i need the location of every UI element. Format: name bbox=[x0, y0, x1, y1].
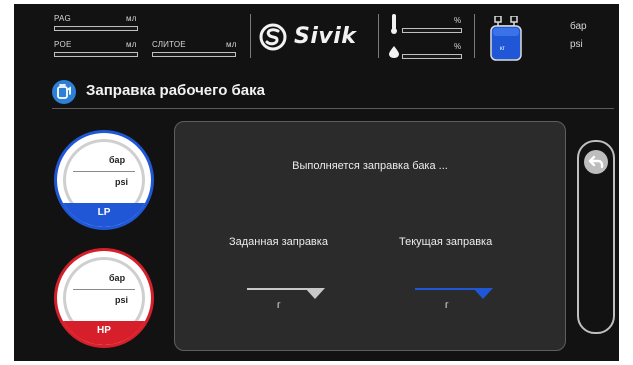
lp-band: LP bbox=[57, 203, 151, 227]
lp-pressure-gauge[interactable]: бар psi LP bbox=[54, 130, 154, 230]
lp-unit-psi: psi bbox=[115, 177, 129, 187]
tank-icon bbox=[490, 16, 522, 61]
header-bar: PAG мл POE мл СЛИТОЕ мл Sivik % % кг бар… bbox=[14, 4, 619, 67]
pag-label: PAG bbox=[54, 14, 71, 23]
humidity-unit: % bbox=[454, 42, 462, 51]
set-charge-label: Заданная заправка bbox=[229, 236, 328, 248]
pag-level-bar bbox=[54, 26, 138, 31]
poe-level-bar bbox=[54, 52, 138, 57]
header-unit-psi: psi bbox=[570, 39, 583, 50]
app-screen: PAG мл POE мл СЛИТОЕ мл Sivik % % кг бар… bbox=[14, 4, 619, 361]
header-divider bbox=[378, 14, 379, 58]
header-divider bbox=[474, 14, 475, 58]
sivik-logo-icon bbox=[259, 23, 287, 51]
set-charge-unit: г bbox=[277, 300, 281, 311]
drain-level-bar bbox=[152, 52, 236, 57]
tank-indicator: кг bbox=[488, 16, 524, 62]
header-divider bbox=[250, 14, 251, 58]
temperature-unit: % bbox=[454, 16, 462, 25]
logo-text: Sivik bbox=[294, 24, 357, 49]
poe-label: POE bbox=[54, 40, 72, 49]
drain-unit: мл bbox=[226, 40, 237, 49]
refill-panel: Выполняется заправка бака ... Заданная з… bbox=[174, 121, 566, 351]
sivik-logo: Sivik bbox=[258, 22, 372, 52]
hp-unit-bar: бар bbox=[109, 273, 126, 283]
back-button[interactable] bbox=[584, 150, 608, 174]
hp-unit-psi: psi bbox=[115, 295, 129, 305]
header-unit-bar: бар bbox=[570, 21, 587, 32]
poe-unit: мл bbox=[126, 40, 137, 49]
pag-unit: мл bbox=[126, 14, 137, 23]
current-charge-unit: г bbox=[445, 300, 449, 311]
title-divider bbox=[52, 108, 614, 109]
hp-pressure-gauge[interactable]: бар psi HP bbox=[54, 248, 154, 348]
page-title: Заправка рабочего бака bbox=[86, 82, 265, 99]
humidity-bar bbox=[402, 54, 462, 59]
section-title-row: Заправка рабочего бака bbox=[52, 78, 592, 104]
set-charge-field[interactable]: г bbox=[247, 284, 329, 318]
refill-tank-icon bbox=[52, 80, 76, 104]
gauge-divider bbox=[73, 289, 135, 290]
gauge-divider bbox=[73, 171, 135, 172]
current-charge-field: г bbox=[415, 284, 497, 318]
back-arrow-icon bbox=[588, 155, 604, 169]
side-scroll-bar[interactable] bbox=[577, 140, 615, 334]
status-message: Выполняется заправка бака ... bbox=[292, 160, 448, 172]
hp-label: HP bbox=[97, 325, 111, 336]
droplet-icon bbox=[389, 46, 399, 58]
drain-label: СЛИТОЕ bbox=[152, 40, 186, 49]
lp-label: LP bbox=[97, 207, 111, 218]
current-charge-label: Текущая заправка bbox=[399, 236, 493, 248]
lp-unit-bar: бар bbox=[109, 155, 126, 165]
tank-unit-label: кг bbox=[500, 46, 505, 52]
current-charge-arrow-icon bbox=[473, 288, 493, 299]
hp-band: HP bbox=[57, 321, 151, 345]
set-charge-dropdown-icon bbox=[305, 288, 325, 299]
temperature-bar bbox=[402, 28, 462, 33]
thermometer-icon bbox=[391, 14, 397, 34]
